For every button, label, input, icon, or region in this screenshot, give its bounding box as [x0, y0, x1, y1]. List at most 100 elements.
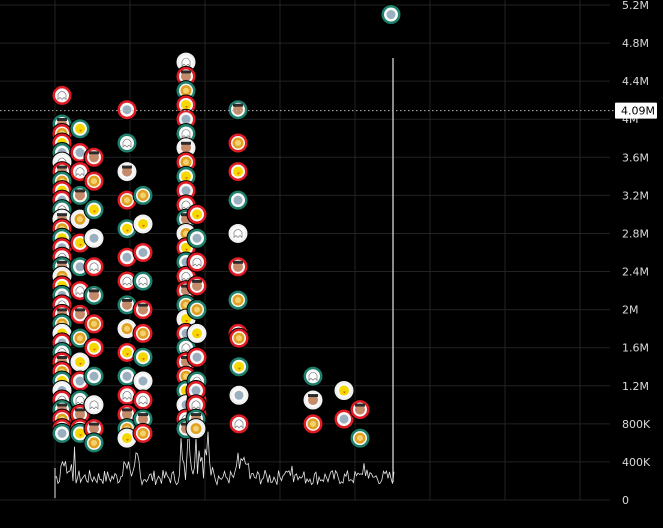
- token-marker[interactable]: [227, 222, 249, 244]
- token-marker[interactable]: [227, 256, 249, 278]
- token-marker[interactable]: [132, 389, 154, 411]
- token-marker[interactable]: [69, 118, 91, 140]
- token-marker[interactable]: [83, 313, 105, 335]
- token-marker[interactable]: [228, 356, 250, 378]
- token-marker[interactable]: [186, 299, 208, 321]
- token-marker[interactable]: [227, 161, 249, 183]
- lion-face: [357, 435, 363, 442]
- token-marker[interactable]: [83, 256, 105, 278]
- token-marker[interactable]: [227, 189, 249, 211]
- chick-icon: [75, 356, 85, 367]
- current-value-marker: 4.09M: [0, 102, 657, 119]
- token-marker[interactable]: [83, 199, 105, 221]
- token-marker[interactable]: [186, 203, 208, 225]
- ghost-icon: [75, 395, 85, 405]
- token-marker[interactable]: [83, 170, 105, 192]
- token-marker[interactable]: [132, 370, 154, 392]
- hair-shape: [355, 403, 365, 407]
- y-tick-label: 4.4M: [622, 75, 649, 88]
- token-marker[interactable]: [83, 365, 105, 387]
- chick-icon: [138, 352, 148, 363]
- ghost-icon: [75, 167, 85, 177]
- token-marker[interactable]: [302, 389, 324, 411]
- lion-face: [77, 335, 83, 342]
- lion-face: [91, 320, 97, 327]
- token-marker[interactable]: [227, 289, 249, 311]
- token-marker[interactable]: [116, 161, 138, 183]
- hair-shape: [122, 298, 132, 302]
- lion-face: [310, 420, 316, 427]
- y-tick-label: 2M: [622, 304, 639, 317]
- hair-shape: [57, 403, 67, 407]
- lion-face: [91, 439, 97, 446]
- token-marker[interactable]: [302, 365, 324, 387]
- token-marker[interactable]: [116, 99, 138, 121]
- hair-shape: [57, 260, 67, 264]
- y-tick-label: 4.8M: [622, 37, 649, 50]
- token-marker[interactable]: [132, 299, 154, 321]
- ghost-icon: [75, 286, 85, 296]
- hair-shape: [122, 408, 132, 412]
- token-marker[interactable]: [132, 322, 154, 344]
- token-marker[interactable]: [349, 399, 371, 421]
- lion-face: [91, 178, 97, 185]
- volume-path: [54, 426, 395, 487]
- sticker-icon: [192, 352, 202, 362]
- lion-face: [194, 306, 200, 313]
- chick-icon: [138, 218, 148, 229]
- token-marker[interactable]: [132, 184, 154, 206]
- token-marker[interactable]: [228, 413, 250, 435]
- chick-icon: [89, 204, 99, 215]
- token-marker[interactable]: [227, 132, 249, 154]
- token-marker[interactable]: [186, 275, 208, 297]
- token-marker[interactable]: [83, 284, 105, 306]
- y-tick-label: 1.6M: [622, 342, 649, 355]
- token-marker[interactable]: [132, 242, 154, 263]
- volume-trace: [54, 58, 395, 498]
- token-marker[interactable]: [132, 270, 154, 292]
- token-marker[interactable]: [83, 337, 105, 359]
- hair-shape: [138, 413, 148, 417]
- lion-face: [235, 297, 241, 304]
- token-marker[interactable]: [83, 394, 105, 416]
- sticker-icon: [192, 233, 202, 243]
- token-marker[interactable]: [186, 346, 208, 368]
- token-marker[interactable]: [228, 384, 250, 406]
- token-marker[interactable]: [132, 346, 154, 368]
- hair-shape: [89, 422, 99, 426]
- hair-shape: [75, 189, 85, 193]
- token-marker[interactable]: [51, 422, 73, 444]
- ghost-icon: [192, 257, 202, 267]
- lion-face: [77, 216, 83, 223]
- y-axis: 0400K800K1.2M1.6M2M2.4M2.8M3.2M3.6M4M4.4…: [622, 0, 651, 507]
- token-marker[interactable]: [302, 413, 324, 435]
- token-marker[interactable]: [185, 418, 207, 440]
- sticker-icon: [234, 390, 244, 400]
- sticker-icon: [89, 233, 99, 243]
- token-marker[interactable]: [132, 422, 154, 444]
- hair-shape: [233, 260, 243, 264]
- token-marker[interactable]: [228, 327, 250, 349]
- token-marker[interactable]: [380, 4, 402, 26]
- chick-icon: [122, 433, 132, 444]
- token-marker[interactable]: [83, 432, 105, 454]
- token-marker[interactable]: [83, 227, 105, 249]
- token-marker[interactable]: [349, 427, 371, 449]
- hair-shape: [122, 165, 132, 169]
- token-marker[interactable]: [83, 146, 105, 168]
- hair-shape: [191, 413, 201, 417]
- sticker-icon: [191, 386, 201, 396]
- token-marker[interactable]: [227, 99, 249, 121]
- sticker-icon: [75, 148, 85, 158]
- token-marker[interactable]: [186, 227, 208, 249]
- hair-shape: [181, 70, 191, 74]
- token-marker[interactable]: [186, 322, 208, 344]
- token-marker[interactable]: [132, 213, 154, 235]
- chick-icon: [192, 328, 202, 339]
- token-marker[interactable]: [51, 84, 73, 106]
- lion-face: [124, 325, 130, 332]
- token-marker[interactable]: [186, 251, 208, 273]
- ghost-icon: [181, 343, 191, 353]
- token-marker[interactable]: [116, 132, 138, 154]
- token-marker[interactable]: [333, 380, 355, 402]
